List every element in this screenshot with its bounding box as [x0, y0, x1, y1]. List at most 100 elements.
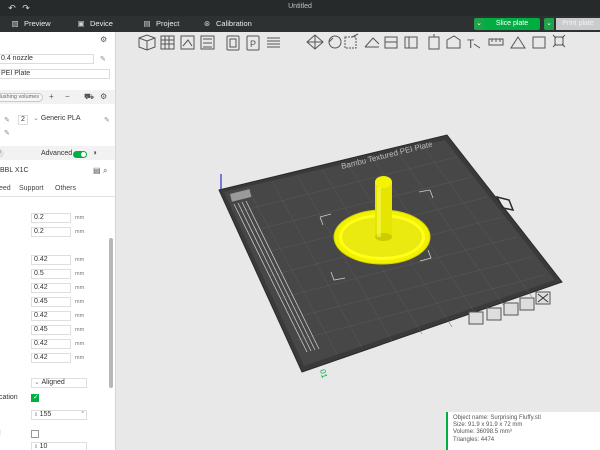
layers-icon[interactable] [267, 37, 280, 48]
cut-icon[interactable] [384, 36, 398, 49]
move-icon[interactable] [306, 34, 324, 50]
print-plate-button[interactable]: Print plate [556, 18, 600, 30]
split-objects-icon[interactable] [226, 35, 240, 51]
filament-select[interactable]: ⌄ Generic PLA [31, 115, 97, 125]
param-line-width[interactable]: 0.45 [31, 297, 71, 307]
measure-icon[interactable] [488, 38, 504, 46]
tab-preview[interactable]: ▧ Preview [10, 16, 51, 32]
text-icon[interactable]: T [467, 37, 481, 51]
title-bar: ↶ ↷ Untitled [0, 0, 600, 16]
view-icon[interactable] [532, 36, 546, 49]
seam-paint-icon[interactable] [446, 35, 461, 49]
preview-icon: ▧ [11, 19, 19, 28]
split-parts-icon[interactable]: P [246, 35, 260, 51]
seam-value: Aligned [41, 379, 65, 386]
row-label-fragment: l [0, 430, 1, 437]
unit-mm: mm [75, 355, 85, 361]
remove-filament-icon[interactable]: − [65, 92, 70, 102]
param-line-width[interactable]: 0.5 [31, 269, 71, 279]
advanced-label: Advanced [41, 150, 73, 157]
tab-project-label: Project [156, 19, 180, 28]
advanced-toggle[interactable] [73, 151, 87, 158]
print-dropdown-icon[interactable]: ⌄ [544, 18, 554, 30]
scene-canvas: P T Bambu Textured PEI Plate 01 [138, 33, 566, 380]
angle-stepper[interactable]: ⇕ 155 ° [31, 410, 87, 420]
edit-filament-extra-icon[interactable]: ✎ [4, 129, 10, 137]
assembly-icon[interactable] [510, 36, 526, 49]
filament-dropdown-icon: ⌄ [33, 115, 41, 122]
tab-preview-label: Preview [24, 19, 51, 28]
param-layer-height[interactable]: 0.2 [31, 213, 71, 223]
seam-position-select[interactable]: ⌄ Aligned [31, 378, 87, 388]
object-size: Size: 91.9 x 91.9 x 72 mm [453, 422, 523, 429]
param-line-width[interactable]: 0.42 [31, 353, 71, 363]
process-compare-icon[interactable]: ◑ [92, 148, 97, 158]
3d-viewport[interactable]: P T Bambu Textured PEI Plate 01 Object n… [117, 32, 600, 450]
search-icon[interactable]: ⌕ [103, 166, 107, 176]
plate-number-label: 01 [318, 368, 329, 379]
print-plate-group: ⌄ Print plate [544, 18, 600, 30]
subtab-others[interactable]: Others [55, 185, 76, 192]
device-icon: ▣ [77, 19, 85, 28]
filament-name: Generic PLA [40, 115, 81, 122]
object-triangles: Triangles: 4474 [453, 436, 495, 443]
param-first-layer-height[interactable]: 0.2 [31, 227, 71, 237]
settings-gear-icon[interactable]: ⚙ [100, 35, 107, 45]
nozzle-field[interactable]: 0.4 nozzle [0, 54, 94, 64]
subtab-support[interactable]: Support [19, 185, 44, 192]
angle-value: 155 [39, 411, 52, 418]
project-icon: ▤ [143, 19, 151, 28]
tab-calibration-label: Calibration [216, 19, 252, 28]
lay-on-face-icon[interactable] [364, 37, 380, 48]
filament-settings-icon[interactable]: ⚙ [100, 92, 107, 102]
window-title: Untitled [288, 3, 312, 10]
param-line-width[interactable]: 0.42 [31, 283, 71, 293]
subtab-speed[interactable]: eed [0, 185, 11, 192]
cation-label: cation [0, 394, 18, 401]
last-param-value: 10 [39, 443, 48, 450]
unit-mm: mm [75, 229, 85, 235]
add-filament-icon[interactable]: + [49, 92, 54, 102]
unit-mm: mm [75, 341, 85, 347]
object-name: Object name: Surprising Fluffy.stl [453, 415, 541, 421]
param-line-width[interactable]: 0.42 [31, 311, 71, 321]
unit-mm: mm [75, 285, 85, 291]
add-object-icon[interactable] [138, 34, 156, 51]
support-paint-icon[interactable] [428, 34, 440, 50]
rotate-icon[interactable] [328, 35, 342, 49]
edit-filament-icon[interactable]: ✎ [104, 116, 110, 124]
last-param-stepper[interactable]: ⇕ 10 [31, 442, 87, 450]
option-checkbox[interactable] [31, 430, 39, 438]
add-plate-icon[interactable] [160, 35, 175, 50]
unit-mm: mm [75, 271, 85, 277]
process-preset-field[interactable]: BBL X1C [0, 167, 86, 177]
arrange-icon[interactable] [200, 35, 215, 50]
tab-project[interactable]: ▤ Project [142, 16, 179, 32]
save-preset-icon[interactable]: ▤ [93, 166, 101, 176]
object-info-panel: Object name: Surprising Fluffy.stl Size:… [446, 412, 600, 450]
mesh-boolean-icon[interactable] [404, 36, 418, 49]
unit-mm: mm [75, 313, 85, 319]
svg-text:P: P [250, 39, 256, 49]
flushing-volumes-button[interactable]: flushing volumes [0, 93, 43, 102]
slice-dropdown-icon[interactable]: ⌄ [474, 18, 484, 30]
param-line-width[interactable]: 0.42 [31, 339, 71, 349]
edit-filament-left-icon[interactable]: ✎ [4, 116, 10, 124]
tab-calibration[interactable]: ⊛ Calibration [202, 16, 252, 32]
orient-icon[interactable] [180, 35, 195, 50]
top-toolbar: P T [138, 33, 566, 51]
slice-plate-button[interactable]: Slice plate [484, 18, 540, 30]
cation-checkbox[interactable] [31, 393, 39, 402]
unit-mm: mm [75, 257, 85, 263]
param-line-width[interactable]: 0.45 [31, 325, 71, 335]
filament-sync-icon[interactable]: ⛟ [84, 92, 94, 102]
edit-nozzle-icon[interactable]: ✎ [100, 55, 106, 63]
slice-plate-group: ⌄ Slice plate [474, 18, 540, 30]
plate-type-field[interactable]: PEI Plate [0, 69, 110, 79]
param-line-width[interactable]: 0.42 [31, 255, 71, 265]
tab-device[interactable]: ▣ Device [76, 16, 112, 32]
object-volume: Volume: 36098.5 mm³ [453, 429, 512, 436]
left-panel-scrollbar[interactable] [109, 238, 113, 388]
fit-view-icon[interactable] [552, 34, 566, 48]
scale-icon[interactable] [344, 33, 359, 49]
